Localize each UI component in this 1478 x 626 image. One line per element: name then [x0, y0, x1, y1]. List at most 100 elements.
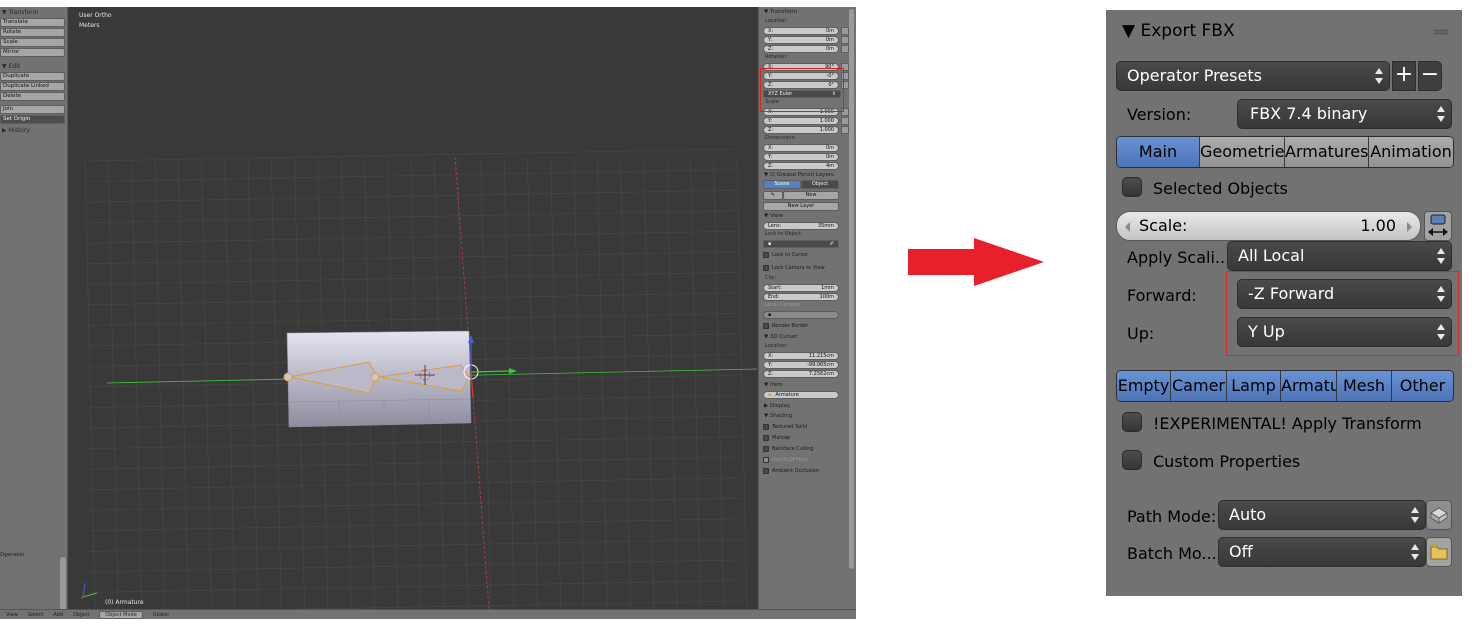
item-name-row[interactable]: ▪ Armature [763, 390, 856, 399]
add-menu[interactable]: Add [53, 612, 63, 618]
lock-icon[interactable] [841, 44, 849, 53]
shading-panel-header[interactable]: ▼ Shading [759, 411, 856, 421]
transform-panel-header[interactable]: ▼ Transform [0, 7, 67, 18]
location-x-row[interactable]: X: 0m [763, 26, 856, 35]
delete-button[interactable]: Delete [0, 92, 65, 101]
lock-icon[interactable] [841, 35, 849, 44]
location-z-row[interactable]: Z: 0m [763, 44, 856, 53]
ambient-occlusion-checkbox[interactable] [763, 467, 769, 474]
local-camera-field[interactable]: ▪ [763, 310, 856, 319]
depth-of-field-row[interactable]: Depth Of Field [763, 454, 856, 465]
location-y-row[interactable]: Y: 0m [763, 35, 856, 44]
lock-to-cursor-checkbox[interactable] [763, 251, 769, 258]
render-border-checkbox[interactable] [763, 322, 769, 329]
np-transform-header[interactable]: ▼ Transform [759, 7, 856, 17]
drag-grip-icon[interactable] [1434, 29, 1448, 35]
toggle-camera[interactable]: Camer [1171, 371, 1227, 401]
rotate-button[interactable]: Rotate [0, 28, 65, 37]
join-button[interactable]: Join [0, 105, 65, 114]
display-panel-header[interactable]: ▶ Display [759, 401, 856, 411]
object-menu[interactable]: Object [73, 612, 89, 618]
tab-animation[interactable]: Animation [1369, 137, 1453, 167]
dimensions-y-row[interactable]: Y: 0m [763, 152, 856, 161]
scale-y-row[interactable]: Y: 1.000 [763, 116, 856, 125]
lock-icon[interactable] [841, 116, 849, 125]
dimensions-z-row[interactable]: Z: 4m [763, 161, 856, 170]
edit-panel-header[interactable]: ▼ Edit [0, 61, 67, 72]
scale-button[interactable]: Scale [0, 38, 65, 47]
batch-mode-dropdown[interactable]: Off [1218, 537, 1426, 567]
matcap-checkbox[interactable] [763, 434, 769, 441]
toggle-empty[interactable]: Empty [1117, 371, 1171, 401]
path-mode-dropdown[interactable]: Auto [1218, 500, 1426, 530]
view-panel-header[interactable]: ▼ View [759, 211, 856, 221]
textured-solid-row[interactable]: Textured Solid [763, 421, 856, 432]
history-panel-header[interactable]: ▶ History [0, 125, 67, 136]
lock-camera-row[interactable]: Lock Camera to View [763, 261, 856, 274]
selected-objects-checkbox[interactable] [1122, 177, 1142, 197]
scene-tab[interactable]: Scene [763, 180, 801, 189]
decrement-arrow-icon[interactable] [1125, 222, 1130, 232]
embed-textures-button[interactable] [1426, 500, 1452, 530]
cursor-x-row[interactable]: X: 11.215cm [763, 351, 856, 360]
apply-scaling-dropdown[interactable]: All Local [1227, 241, 1452, 271]
item-name-field[interactable]: Armature [775, 392, 798, 398]
toggle-armature[interactable]: Armatu [1281, 371, 1337, 401]
toggle-lamp[interactable]: Lamp [1227, 371, 1281, 401]
remove-preset-button[interactable]: − [1418, 61, 1442, 91]
custom-properties-checkbox[interactable] [1122, 450, 1142, 470]
scale-field[interactable]: Scale: 1.00 [1116, 211, 1421, 241]
duplicate-button[interactable]: Duplicate [0, 72, 65, 81]
lens-row[interactable]: Lens: 35mm [763, 221, 856, 230]
toggle-other[interactable]: Other [1392, 371, 1453, 401]
export-fbx-header[interactable]: ▼ Export FBX [1122, 21, 1235, 41]
dimensions-x-row[interactable]: X: 0m [763, 143, 856, 152]
lock-camera-checkbox[interactable] [763, 264, 769, 271]
3d-cursor-header[interactable]: ▼ 3D Cursor [759, 332, 856, 342]
cursor-y-row[interactable]: Y: -99.065cm [763, 360, 856, 369]
object-tab[interactable]: Object [801, 180, 839, 189]
grease-pencil-header[interactable]: ▼ ☑ Grease Pencil Layers [759, 170, 856, 180]
mode-dropdown[interactable]: Object Mode [99, 610, 143, 619]
depth-of-field-checkbox[interactable] [763, 456, 769, 463]
package-icon [1430, 507, 1448, 524]
3d-viewport[interactable]: User Ortho Meters (0) Armature [69, 7, 757, 609]
matcap-row[interactable]: Matcap [763, 432, 856, 443]
toolshelf-scrollbar[interactable] [60, 557, 66, 613]
scale-z-row[interactable]: Z: 1.000 [763, 125, 856, 134]
tab-geometrie[interactable]: Geometrie [1200, 137, 1285, 167]
lock-icon[interactable] [841, 125, 849, 134]
version-dropdown[interactable]: FBX 7.4 binary [1237, 99, 1452, 129]
lock-icon[interactable] [841, 26, 849, 35]
translate-button[interactable]: Translate [0, 18, 65, 27]
view-menu[interactable]: View [6, 612, 18, 618]
select-menu[interactable]: Select [28, 612, 43, 618]
apply-unit-scale-button[interactable] [1424, 211, 1452, 241]
tab-main[interactable]: Main [1117, 137, 1200, 167]
render-border-row[interactable]: Render Border [763, 319, 856, 332]
duplicate-linked-button[interactable]: Duplicate Linked [0, 82, 65, 91]
orientation-dropdown[interactable]: Global [153, 612, 169, 618]
set-origin-dropdown[interactable]: Set Origin [0, 115, 65, 124]
ambient-occlusion-row[interactable]: Ambient Occlusion [763, 465, 856, 476]
item-panel-header[interactable]: ▼ Item [759, 380, 856, 390]
new-layer-button[interactable]: New Layer [763, 202, 839, 211]
cursor-z-row[interactable]: Z: 7.2562cm [763, 369, 856, 378]
apply-transform-checkbox[interactable] [1122, 412, 1142, 432]
increment-arrow-icon[interactable] [1407, 222, 1412, 232]
lock-to-cursor-row[interactable]: Lock to Cursor [763, 248, 856, 261]
operator-presets-dropdown[interactable]: Operator Presets [1116, 61, 1390, 91]
pencil-icon[interactable]: ✎ [763, 191, 783, 200]
backface-culling-row[interactable]: Backface Culling [763, 443, 856, 454]
mirror-button[interactable]: Mirror [0, 48, 65, 57]
add-preset-button[interactable]: + [1392, 61, 1416, 91]
clip-start-row[interactable]: Start: 1mm [763, 283, 856, 292]
lock-object-field[interactable]: ▪ ✐ [763, 239, 856, 248]
tab-armatures[interactable]: Armatures [1285, 137, 1369, 167]
clip-end-row[interactable]: End: 100m [763, 292, 856, 301]
toggle-mesh[interactable]: Mesh [1337, 371, 1392, 401]
batch-own-dir-button[interactable] [1426, 537, 1452, 567]
backface-culling-checkbox[interactable] [763, 445, 769, 452]
new-button[interactable]: New [783, 191, 839, 200]
textured-solid-checkbox[interactable] [763, 423, 769, 430]
